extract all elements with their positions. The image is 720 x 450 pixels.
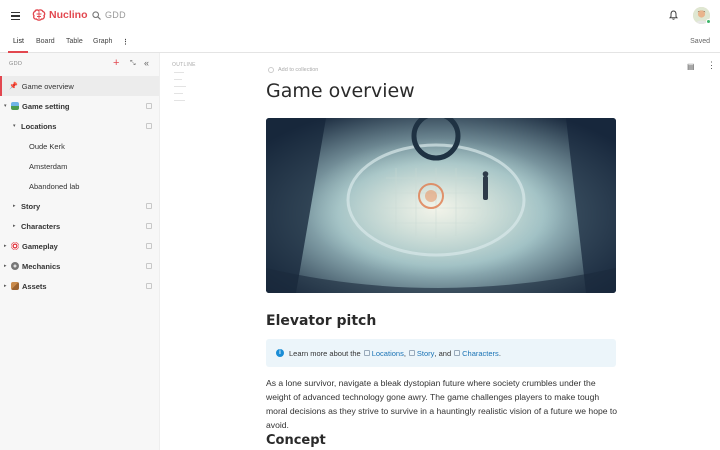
tab-board[interactable]: Board [36, 38, 55, 45]
document-icon [146, 103, 152, 109]
menu-icon[interactable] [11, 12, 20, 21]
chevron-right-icon[interactable]: ▸ [4, 283, 11, 289]
tab-table[interactable]: Table [66, 38, 83, 45]
sidebar: GDD + ⤡ « 📌 Game overview ▾ Game setting… [0, 53, 160, 450]
document-icon [146, 243, 152, 249]
link-story[interactable]: Story [417, 349, 435, 358]
link-characters[interactable]: Characters [462, 349, 499, 358]
sidebar-item-label: Story [21, 201, 41, 211]
app-logo[interactable]: Nuclino [32, 9, 88, 21]
view-tabs: List Board Table Graph ⋮ Saved [0, 32, 720, 53]
notifications-bell-icon[interactable] [669, 10, 678, 20]
sidebar-item-label: Gameplay [22, 241, 58, 251]
sidebar-item-game-overview[interactable]: 📌 Game overview [0, 76, 159, 96]
document-icon [146, 283, 152, 289]
expand-all-icon[interactable]: ⤡ [130, 60, 136, 68]
heading-elevator-pitch: Elevator pitch [266, 313, 377, 329]
gear-icon [11, 262, 19, 270]
top-bar: Nuclino GDD [0, 0, 720, 32]
collapse-sidebar-icon[interactable]: « [144, 58, 149, 68]
sidebar-item-label: Game setting [22, 101, 70, 111]
page-link-icon [363, 350, 370, 356]
more-views-icon[interactable]: ⋮ [122, 38, 129, 46]
document-icon [146, 223, 152, 229]
document-icon [146, 203, 152, 209]
search-field[interactable]: GDD [92, 10, 126, 20]
workspace-name: GDD [9, 61, 23, 67]
callout-suffix: . [498, 348, 501, 358]
page-link-icon [454, 350, 461, 356]
document-icon [146, 263, 152, 269]
sidebar-item-label: Mechanics [22, 261, 61, 271]
info-callout: i Learn more about the Locations, Story,… [266, 339, 616, 367]
sidebar-item-assets[interactable]: ▸ Assets [0, 276, 159, 296]
heading-concept: Concept [266, 433, 326, 448]
outline-minimap[interactable] [174, 72, 186, 107]
target-icon [11, 242, 19, 250]
chevron-right-icon[interactable]: ▸ [4, 243, 11, 249]
callout-separator: , [403, 348, 406, 358]
chevron-right-icon[interactable]: ▸ [13, 223, 20, 229]
sidebar-item-story[interactable]: ▸ Story [0, 196, 159, 216]
comments-icon[interactable]: ▤ [687, 62, 695, 71]
sidebar-item-oude-kerk[interactable]: Oude Kerk [0, 136, 159, 156]
search-text: GDD [105, 10, 126, 20]
add-to-collection-label: Add to collection [278, 67, 319, 73]
document-icon [146, 123, 152, 129]
link-locations[interactable]: Locations [372, 349, 404, 358]
sidebar-item-label: Abandoned lab [29, 181, 80, 191]
add-to-collection[interactable]: Add to collection [268, 67, 318, 73]
sidebar-item-locations[interactable]: ▾ Locations [0, 116, 159, 136]
chevron-right-icon[interactable]: ▸ [13, 203, 20, 209]
page-title: Game overview [266, 80, 415, 102]
sidebar-item-game-setting[interactable]: ▾ Game setting [0, 96, 159, 116]
app-name: Nuclino [49, 9, 88, 21]
chevron-right-icon[interactable]: ▸ [4, 263, 11, 269]
sidebar-item-amsterdam[interactable]: Amsterdam [0, 156, 159, 176]
sidebar-item-mechanics[interactable]: ▸ Mechanics [0, 256, 159, 276]
page-link-icon [408, 350, 415, 356]
add-circle-icon [268, 67, 274, 73]
sidebar-item-label: Characters [21, 221, 61, 231]
outline-label: OUTLINE [172, 62, 196, 68]
search-icon [92, 10, 101, 20]
sidebar-item-abandoned-lab[interactable]: Abandoned lab [0, 176, 159, 196]
tab-list[interactable]: List [13, 38, 24, 45]
pitch-paragraph: As a lone survivor, navigate a bleak dys… [266, 378, 618, 430]
add-item-icon[interactable]: + [113, 57, 119, 69]
box-icon [11, 282, 19, 290]
sidebar-item-label: Locations [21, 121, 57, 131]
save-status: Saved [690, 38, 710, 45]
tab-graph[interactable]: Graph [93, 38, 112, 45]
pin-icon: 📌 [9, 83, 18, 90]
brain-logo-icon [32, 9, 46, 21]
online-status-dot [706, 19, 711, 24]
cover-image-art [266, 118, 616, 293]
chevron-down-icon[interactable]: ▾ [13, 123, 20, 129]
more-options-icon[interactable]: ⋮ [707, 60, 716, 71]
sidebar-item-label: Oude Kerk [29, 141, 65, 151]
sidebar-item-characters[interactable]: ▸ Characters [0, 216, 159, 236]
info-icon: i [276, 349, 284, 357]
callout-prefix: Learn more about the [289, 348, 361, 358]
landscape-icon [11, 102, 19, 110]
chevron-down-icon[interactable]: ▾ [4, 103, 11, 109]
sidebar-item-label: Game overview [21, 81, 74, 91]
sidebar-item-label: Amsterdam [29, 161, 68, 171]
sidebar-item-label: Assets [22, 281, 47, 291]
cover-image [266, 118, 616, 293]
sidebar-item-gameplay[interactable]: ▸ Gameplay [0, 236, 159, 256]
callout-separator: , and [434, 348, 452, 358]
active-item-indicator [0, 76, 2, 96]
